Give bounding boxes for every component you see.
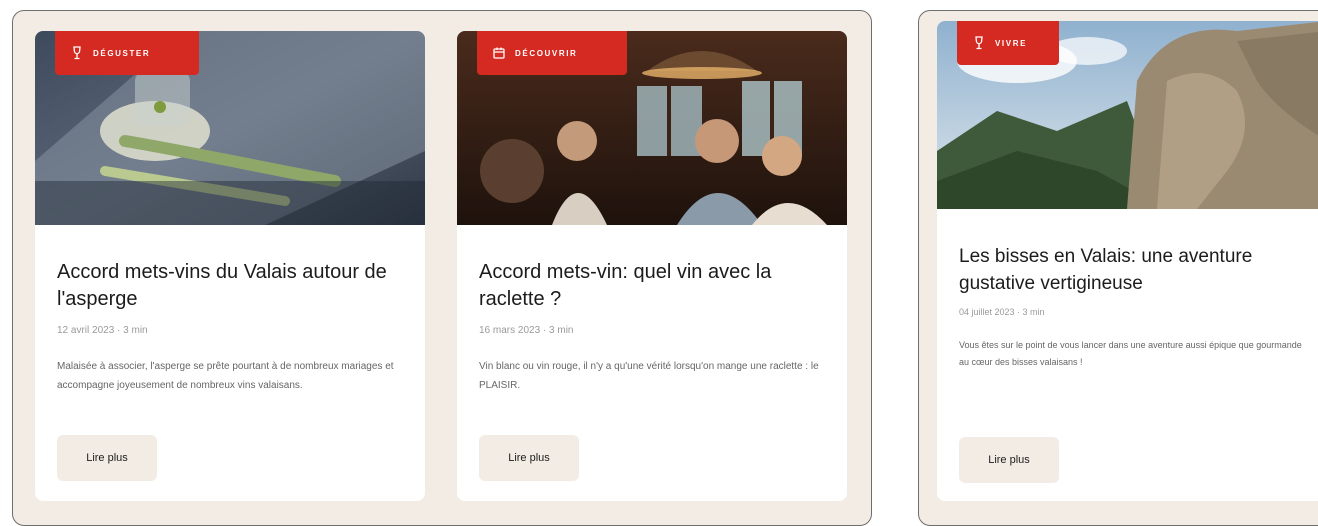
read-more-button[interactable]: Lire plus xyxy=(479,435,579,481)
category-tag[interactable]: DÉGUSTER xyxy=(55,31,199,75)
article-meta: 16 mars 2023 · 3 min xyxy=(479,325,574,336)
article-title[interactable]: Les bisses en Valais: une aventure gusta… xyxy=(959,243,1309,297)
read-more-button[interactable]: Lire plus xyxy=(57,435,157,481)
articles-panel-left: DÉGUSTER Accord mets-vins du Valais auto… xyxy=(12,10,872,526)
article-card-raclette[interactable]: DÉCOUVRIR Accord mets-vin: quel vin avec… xyxy=(457,31,847,501)
category-label: VIVRE xyxy=(995,38,1028,48)
category-label: DÉGUSTER xyxy=(93,48,151,58)
article-card-bisses[interactable]: VIVRE Les bisses en Valais: une aventure… xyxy=(937,21,1318,501)
category-tag[interactable]: DÉCOUVRIR xyxy=(477,31,627,75)
article-card-asperge[interactable]: DÉGUSTER Accord mets-vins du Valais auto… xyxy=(35,31,425,501)
article-description: Vin blanc ou vin rouge, il n'y a qu'une … xyxy=(479,361,819,391)
wine-glass-icon xyxy=(71,46,83,60)
articles-panel-right: VIVRE Les bisses en Valais: une aventure… xyxy=(918,10,1318,526)
category-tag[interactable]: VIVRE xyxy=(957,21,1059,65)
article-description: Malaisée à associer, l'asperge se prête … xyxy=(57,361,394,391)
category-label: DÉCOUVRIR xyxy=(515,48,578,58)
article-title[interactable]: Accord mets-vin: quel vin avec la raclet… xyxy=(479,259,819,313)
article-meta: 04 juillet 2023 · 3 min xyxy=(959,307,1045,317)
calendar-icon xyxy=(493,46,505,60)
article-description: Vous êtes sur le point de vous lancer da… xyxy=(959,340,1302,367)
wine-glass-icon xyxy=(973,36,985,50)
article-title[interactable]: Accord mets-vins du Valais autour de l'a… xyxy=(57,259,397,313)
article-meta: 12 avril 2023 · 3 min xyxy=(57,325,148,336)
read-more-button[interactable]: Lire plus xyxy=(959,437,1059,483)
